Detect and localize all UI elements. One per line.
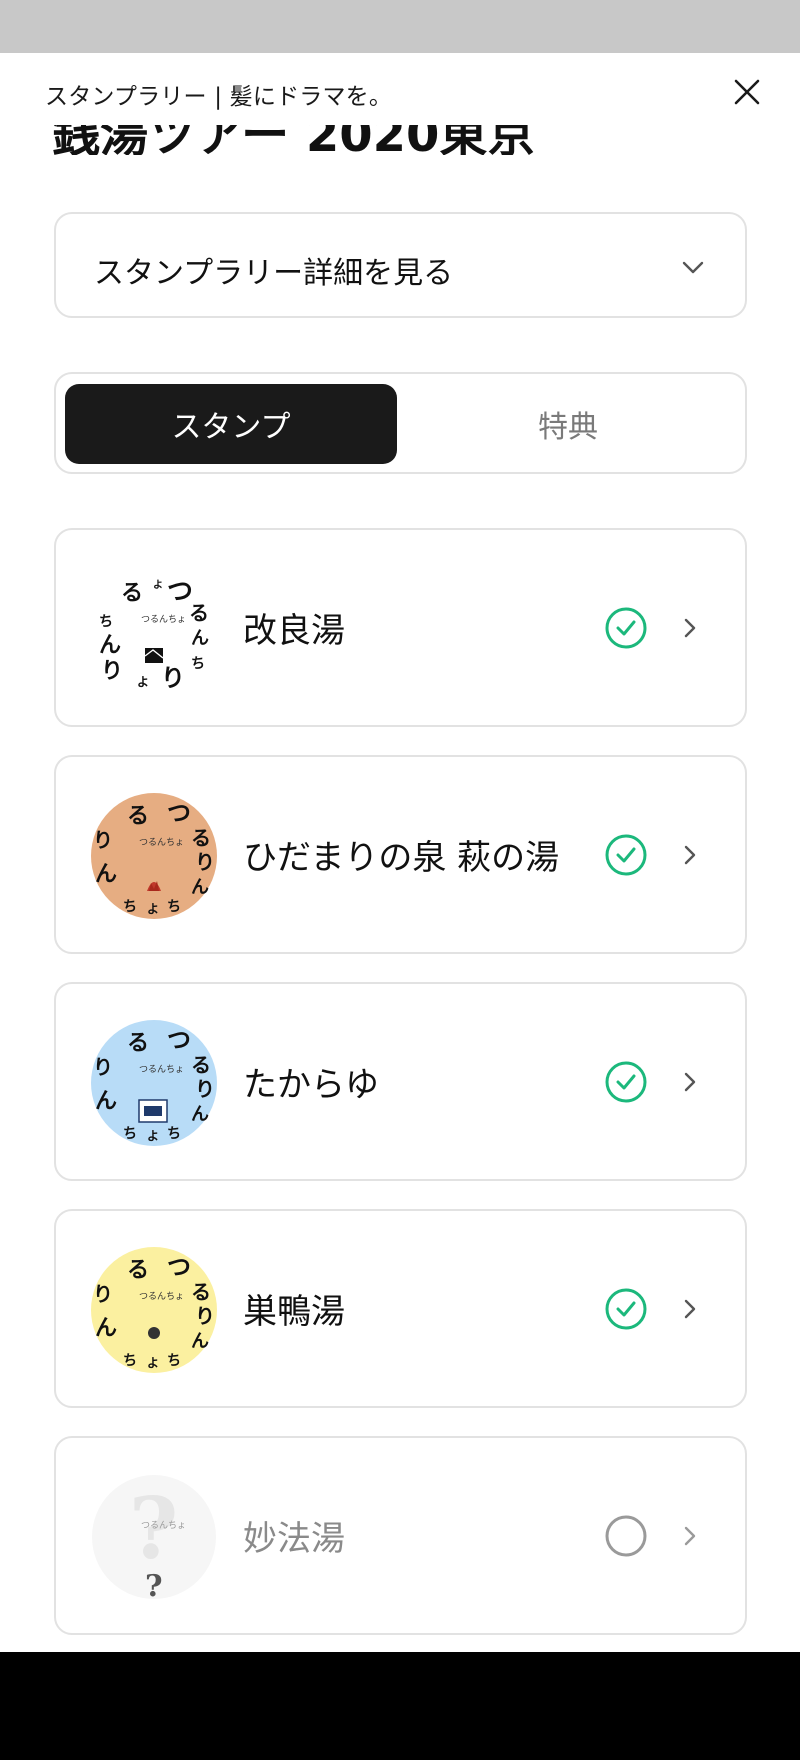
svg-text:?: ? — [145, 1569, 163, 1600]
close-icon[interactable] — [730, 75, 764, 109]
svg-text:つるんちょ: つるんちょ — [139, 1064, 184, 1075]
stamp-name: たからゆ — [243, 1065, 379, 1105]
svg-text:り: り — [195, 850, 215, 874]
svg-text:り: り — [93, 828, 113, 852]
chevron-right-icon — [684, 1299, 696, 1319]
svg-text:つるんちょ: つるんちょ — [139, 1291, 184, 1302]
svg-text:ち: ち — [167, 899, 181, 915]
svg-text:よ: よ — [137, 675, 149, 689]
page-title: 銭湯ツアー 2020東京 — [52, 125, 536, 155]
check-circle-icon — [605, 1288, 647, 1330]
svg-text:ち: ち — [123, 1126, 137, 1142]
svg-text:る: る — [191, 1053, 211, 1077]
svg-text:ち: ち — [167, 1353, 181, 1369]
svg-text:つ: つ — [167, 1252, 191, 1281]
stamp-takarayu-icon: る つ る り り ん ん ち ち よ つるんちょ — [91, 1020, 217, 1146]
svg-text:よ: よ — [147, 1356, 159, 1370]
svg-text:ん: ん — [99, 632, 121, 658]
stamp-locked-question-icon: ? ? つるんちょ — [92, 1475, 216, 1600]
chevron-right-icon — [684, 1526, 696, 1546]
tab-group: スタンプ 特典 — [54, 372, 747, 474]
stamp-row-sugamoyu[interactable]: る つ る り り ん ん ち ち よ つるんちょ 巣鴨湯 — [54, 1209, 747, 1408]
svg-text:つ: つ — [167, 1025, 191, 1054]
check-circle-icon — [605, 607, 647, 649]
stamp-haginoyu-icon: る つ る り り ん ん ち ち よ つるんちょ — [91, 793, 217, 919]
stamp-name: 妙法湯 — [243, 1519, 345, 1559]
svg-text:ち: ち — [123, 899, 137, 915]
empty-circle-icon — [605, 1515, 647, 1557]
svg-text:ん: ん — [191, 1331, 209, 1352]
svg-text:る: る — [191, 1280, 211, 1304]
check-circle-icon — [605, 834, 647, 876]
stamp-rally-details-toggle[interactable]: スタンプラリー詳細を見る — [54, 212, 747, 318]
header-bar: スタンプラリー | 髪にドラマを。 — [0, 53, 800, 125]
svg-text:ん: ん — [95, 1315, 117, 1341]
svg-text:ち: ち — [167, 1126, 181, 1142]
svg-text:よ: よ — [147, 1129, 159, 1143]
svg-text:ん: ん — [95, 1088, 117, 1114]
tab-stamp[interactable]: スタンプ — [65, 384, 397, 464]
svg-text:り: り — [161, 663, 185, 692]
chevron-right-icon — [684, 1072, 696, 1092]
svg-text:つるんちょ: つるんちょ — [139, 837, 184, 848]
system-navigation-bar — [0, 1652, 800, 1760]
stamp-row-takarayu[interactable]: る つ る り り ん ん ち ち よ つるんちょ たからゆ — [54, 982, 747, 1181]
tab-benefit[interactable]: 特典 — [402, 384, 734, 464]
svg-text:ん: ん — [191, 1104, 209, 1125]
chevron-down-icon — [682, 261, 704, 274]
chevron-right-icon — [684, 618, 696, 638]
svg-text:ん: ん — [95, 861, 117, 887]
svg-text:ち: ち — [191, 656, 205, 672]
stamp-row-kairyoyu[interactable]: る つ る ん ん ち ち り り よ よ つるんちょ 改良湯 — [54, 528, 747, 727]
svg-text:よ: よ — [147, 902, 159, 916]
stamp-kairyoyu-icon: る つ る ん ん ち ち り り よ よ つるんちょ — [92, 567, 216, 692]
svg-text:る: る — [127, 1030, 149, 1056]
svg-text:よ: よ — [153, 579, 163, 591]
stamp-row-haginoyu[interactable]: る つ る り り ん ん ち ち よ つるんちょ ひだまりの泉 萩の湯 — [54, 755, 747, 954]
chevron-right-icon — [684, 845, 696, 865]
svg-text:つるんちょ: つるんちょ — [141, 614, 186, 625]
svg-text:る: る — [127, 1257, 149, 1283]
svg-text:り: り — [195, 1077, 215, 1101]
svg-text:つるんちょ: つるんちょ — [141, 1520, 186, 1531]
svg-text:り: り — [101, 658, 123, 684]
stamp-row-myohoyu[interactable]: ? ? つるんちょ 妙法湯 — [54, 1436, 747, 1635]
svg-text:る: る — [127, 803, 149, 829]
stamp-name: ひだまりの泉 萩の湯 — [243, 838, 560, 878]
stamp-sugamoyu-icon: る つ る り り ん ん ち ち よ つるんちょ — [91, 1247, 217, 1373]
svg-text:り: り — [93, 1055, 113, 1079]
svg-text:る: る — [121, 580, 143, 606]
status-bar — [0, 0, 800, 53]
svg-text:ん: ん — [191, 877, 209, 898]
svg-text:る: る — [189, 601, 209, 625]
svg-text:ち: ち — [123, 1353, 137, 1369]
svg-text:ん: ん — [191, 628, 209, 649]
svg-text:ち: ち — [99, 614, 113, 630]
check-circle-icon — [605, 1061, 647, 1103]
svg-text:り: り — [195, 1304, 215, 1328]
svg-text:つ: つ — [167, 798, 191, 827]
details-label: スタンプラリー詳細を見る — [94, 256, 454, 291]
svg-text:り: り — [93, 1282, 113, 1306]
header-title: スタンプラリー | 髪にドラマを。 — [45, 84, 393, 110]
stamp-name: 巣鴨湯 — [243, 1292, 345, 1332]
stamp-name: 改良湯 — [243, 611, 345, 651]
page-title-area: 銭湯ツアー 2020東京 — [0, 125, 800, 155]
svg-text:る: る — [191, 826, 211, 850]
